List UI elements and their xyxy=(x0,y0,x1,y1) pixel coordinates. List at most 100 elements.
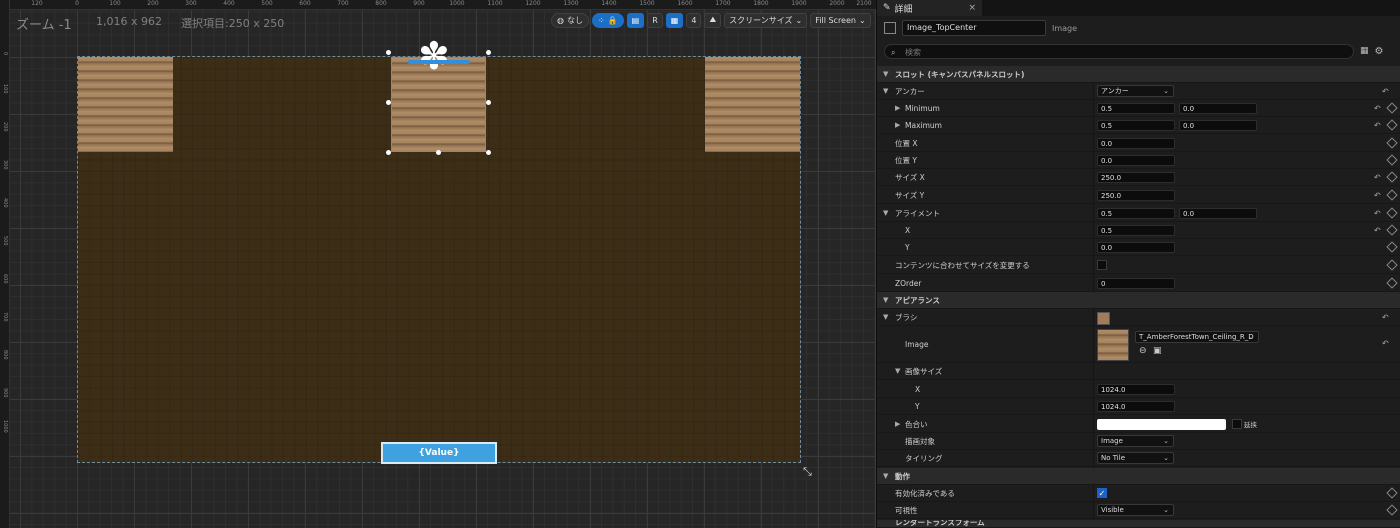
keyframe-icon[interactable] xyxy=(1386,154,1398,166)
anchor-dropdown[interactable]: アンカー ⌄ xyxy=(1097,85,1174,97)
designer-viewport[interactable]: 120 0 100 200 300 400 500 600 700 800 90… xyxy=(0,0,876,528)
collapse-arrow-icon: ▼ xyxy=(883,87,889,95)
maximum-x-input[interactable]: 0.5 xyxy=(1097,119,1175,131)
keyframe-icon[interactable] xyxy=(1386,189,1398,201)
section-render-transform[interactable]: レンダートランスフォーム xyxy=(877,520,1400,528)
keyframe-icon[interactable] xyxy=(1386,504,1398,516)
resize-handle[interactable] xyxy=(386,100,391,105)
draw-as-dropdown[interactable]: Image ⌄ xyxy=(1097,435,1174,447)
maximum-y-input[interactable]: 0.0 xyxy=(1179,119,1257,131)
ruler-left-tick: 1000 xyxy=(2,420,8,433)
browse-asset-icon[interactable]: ⊖ xyxy=(1139,346,1147,356)
alignment-label: アライメント xyxy=(895,208,940,218)
canvas-panel[interactable] xyxy=(77,56,801,463)
keyframe-icon[interactable] xyxy=(1386,207,1398,219)
resize-handle[interactable] xyxy=(486,50,491,55)
section-slot[interactable]: ▼ スロット (キャンバスパネルスロット) xyxy=(877,66,1400,83)
widget-name-input[interactable]: Image_TopCenter xyxy=(902,20,1046,36)
position-y-input[interactable]: 0.0 xyxy=(1097,154,1175,166)
zorder-input[interactable]: 0 xyxy=(1097,277,1175,289)
tab-details[interactable]: ✎ 詳細 × xyxy=(877,0,982,16)
image-asset-value: T_AmberForestTown_Ceiling_R_D xyxy=(1139,333,1254,341)
alignment-sub-x-input[interactable]: 0.5 xyxy=(1097,224,1175,236)
image-size-y-input[interactable]: 1024.0 xyxy=(1097,400,1175,412)
keyframe-icon[interactable] xyxy=(1386,119,1398,131)
resize-handle[interactable] xyxy=(486,150,491,155)
grid-dots-icon: ⁘ xyxy=(597,15,605,25)
ruler-tick: 1300 xyxy=(563,0,579,7)
anchor-medallion-icon[interactable]: ✽ xyxy=(418,36,450,76)
keyframe-icon[interactable] xyxy=(1386,241,1398,253)
size-x-input[interactable]: 250.0 xyxy=(1097,171,1175,183)
keyframe-icon[interactable] xyxy=(1386,171,1398,183)
gear-icon[interactable]: ⚙ xyxy=(1375,46,1384,57)
expand-arrow-icon: ▶ xyxy=(895,104,901,112)
localization-button[interactable]: ◍ なし xyxy=(551,12,589,28)
reset-icon[interactable]: ↶ xyxy=(1374,226,1381,235)
keyframe-icon[interactable] xyxy=(1386,102,1398,114)
row-alignment-x: X 0.5 ↶ xyxy=(877,222,1400,239)
draw-as-value: Image xyxy=(1101,437,1123,445)
close-icon[interactable]: × xyxy=(968,3,976,13)
value-button[interactable]: {Value} xyxy=(381,442,497,464)
brush-swatch[interactable] xyxy=(1097,312,1110,325)
row-size-x: サイズ X 250.0 ↶ xyxy=(877,169,1400,186)
image-top-right[interactable] xyxy=(705,57,800,152)
ruler-tick: 1900 xyxy=(791,0,807,7)
tint-checkbox[interactable] xyxy=(1232,419,1242,429)
image-thumbnail[interactable] xyxy=(1097,329,1129,361)
reset-icon[interactable]: ↶ xyxy=(1374,209,1381,218)
is-enabled-checkbox[interactable]: ✓ xyxy=(1097,488,1107,498)
resize-handle[interactable] xyxy=(436,150,441,155)
image-top-left[interactable] xyxy=(78,57,173,152)
reset-icon[interactable]: ↶ xyxy=(1382,87,1389,96)
reset-icon[interactable]: ↶ xyxy=(1374,191,1381,200)
grid-snap-toggle[interactable]: ⁘ 🔒 xyxy=(591,12,624,28)
grid-view-icon[interactable]: ▦ xyxy=(1360,46,1369,56)
image-size-x-input[interactable]: 1024.0 xyxy=(1097,383,1175,395)
row-minimum: ▶ Minimum 0.5 0.0 ↶ xyxy=(877,100,1400,117)
grid-count[interactable]: 4 xyxy=(686,12,702,28)
reset-icon[interactable]: ↶ xyxy=(1374,173,1381,182)
image-asset-dropdown[interactable]: T_AmberForestTown_Ceiling_R_D ⌄ xyxy=(1135,331,1259,343)
keyframe-icon[interactable] xyxy=(1386,224,1398,236)
ruler-left-tick: 900 xyxy=(2,388,8,398)
keyframe-icon[interactable] xyxy=(1386,487,1398,499)
alignment-y-input[interactable]: 0.0 xyxy=(1179,207,1257,219)
resize-handle[interactable] xyxy=(486,100,491,105)
resize-grip-icon[interactable]: ⤡ xyxy=(803,465,812,479)
position-x-input[interactable]: 0.0 xyxy=(1097,137,1175,149)
reset-icon[interactable]: ↶ xyxy=(1382,313,1389,322)
auto-size-checkbox[interactable] xyxy=(1097,260,1107,270)
resize-handle[interactable] xyxy=(386,50,391,55)
minimum-y-input[interactable]: 0.0 xyxy=(1179,102,1257,114)
visibility-dropdown[interactable]: Visible ⌄ xyxy=(1097,504,1174,516)
maximum-label: Maximum xyxy=(905,120,942,130)
grid-toggle[interactable]: ▦ xyxy=(665,12,684,28)
tiling-dropdown[interactable]: No Tile ⌄ xyxy=(1097,452,1174,464)
keyframe-icon[interactable] xyxy=(1386,277,1398,289)
layout-toggle[interactable]: ▤ xyxy=(626,12,645,28)
size-y-input[interactable]: 250.0 xyxy=(1097,189,1175,201)
keyframe-icon[interactable] xyxy=(1386,137,1398,149)
preview-toggle[interactable]: ⛰ xyxy=(704,12,722,28)
minimum-x-input[interactable]: 0.5 xyxy=(1097,102,1175,114)
reset-icon[interactable]: ↶ xyxy=(1374,104,1381,113)
reset-icon[interactable]: ↶ xyxy=(1374,121,1381,130)
respect-locks-toggle[interactable]: R xyxy=(647,12,663,28)
alignment-sub-y-input[interactable]: 0.0 xyxy=(1097,241,1175,253)
fill-screen-dropdown[interactable]: Fill Screen ⌄ xyxy=(810,12,871,28)
tint-color-swatch[interactable] xyxy=(1097,419,1226,430)
resize-handle[interactable] xyxy=(386,150,391,155)
folder-icon[interactable]: ▣ xyxy=(1153,346,1162,356)
section-appearance[interactable]: ▼ アピアランス xyxy=(877,292,1400,309)
screen-size-dropdown[interactable]: スクリーンサイズ ⌄ xyxy=(724,12,808,28)
keyframe-icon[interactable] xyxy=(1386,259,1398,271)
search-icon: ⌕ xyxy=(891,47,896,57)
section-behavior[interactable]: ▼ 動作 xyxy=(877,468,1400,485)
alignment-x-input[interactable]: 0.5 xyxy=(1097,207,1175,219)
ruler-top: 120 0 100 200 300 400 500 600 700 800 90… xyxy=(0,0,876,10)
reset-icon[interactable]: ↶ xyxy=(1382,339,1389,348)
search-input[interactable]: ⌕ 検索 xyxy=(884,43,1354,59)
row-is-enabled: 有効化済みである ✓ xyxy=(877,485,1400,502)
